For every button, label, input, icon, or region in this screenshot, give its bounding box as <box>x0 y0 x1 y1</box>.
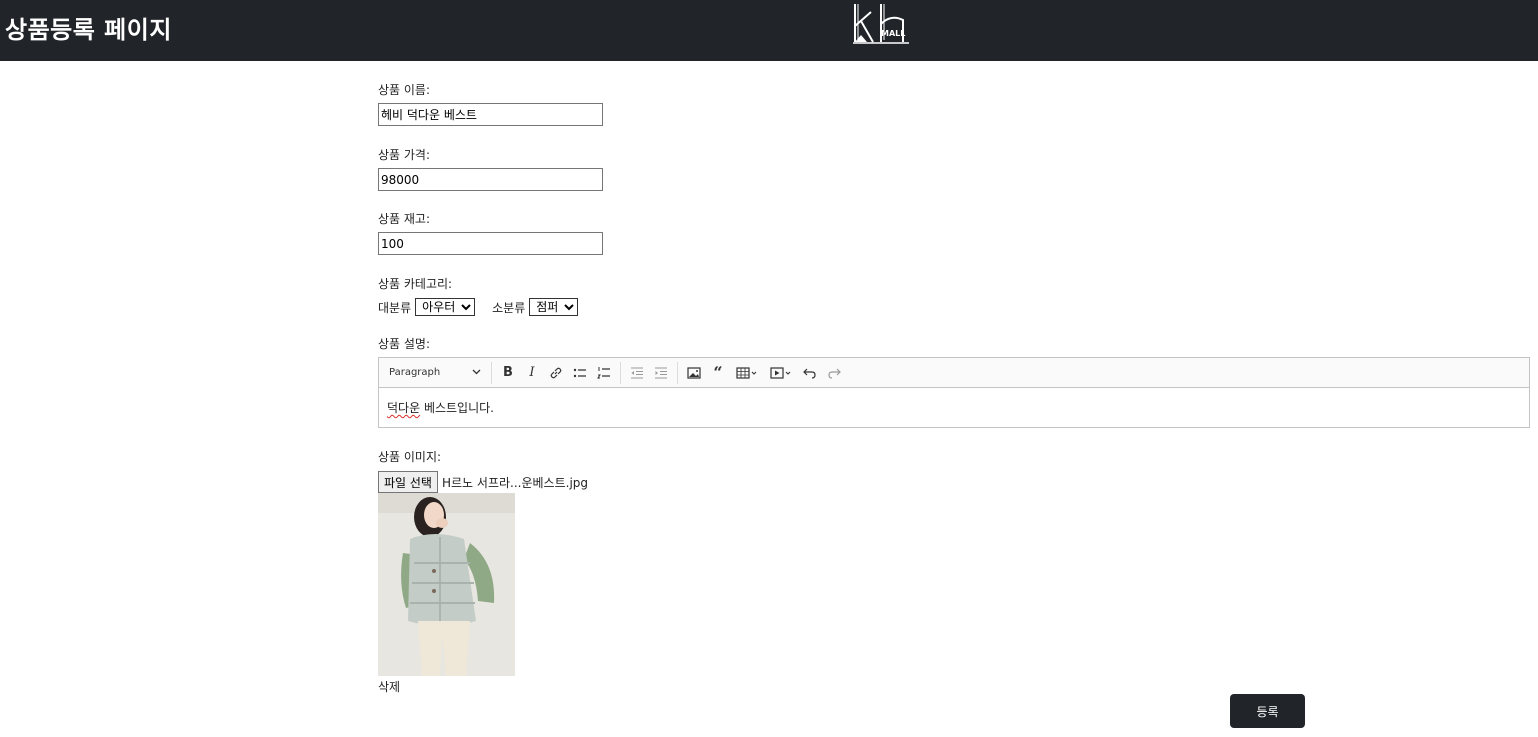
product-image-preview <box>378 493 515 676</box>
product-register-form: 상품 이름: 상품 가격: 상품 재고: 상품 카테고리: 대분류 아우터 소분… <box>378 0 1538 737</box>
rich-text-editor: Paragraph B I “ 덕다운 베스트입니다. <box>378 357 1530 428</box>
category-row: 대분류 아우터 소분류 점퍼 <box>378 297 579 317</box>
product-category-label: 상품 카테고리: <box>378 277 453 291</box>
italic-icon[interactable]: I <box>520 361 544 385</box>
editor-toolbar: Paragraph B I “ <box>379 358 1529 388</box>
redo-icon[interactable] <box>822 361 846 385</box>
product-description-label: 상품 설명: <box>378 337 431 351</box>
image-icon[interactable] <box>682 361 706 385</box>
delete-image-link[interactable]: 삭제 <box>378 678 400 695</box>
product-stock-label: 상품 재고: <box>378 212 431 226</box>
file-select-button[interactable]: 파일 선택 <box>378 471 438 493</box>
editor-text-misspelled: 덕다운 <box>387 401 421 415</box>
toolbar-divider <box>620 361 621 384</box>
minor-category-label: 소분류 <box>492 300 526 315</box>
major-category-select[interactable]: 아우터 <box>415 298 476 316</box>
editor-text: 베스트입니다. <box>420 401 494 415</box>
quote-icon[interactable]: “ <box>706 361 730 385</box>
product-stock-input[interactable] <box>378 232 603 255</box>
table-icon[interactable] <box>730 361 764 385</box>
heading-dropdown-value: Paragraph <box>389 367 441 378</box>
product-price-label: 상품 가격: <box>378 148 431 162</box>
link-icon[interactable] <box>544 361 568 385</box>
product-image-label: 상품 이미지: <box>378 450 442 464</box>
register-button[interactable]: 등록 <box>1230 694 1305 728</box>
major-category-label: 대분류 <box>378 300 412 315</box>
heading-dropdown[interactable]: Paragraph <box>383 361 487 385</box>
undo-icon[interactable] <box>798 361 822 385</box>
numbered-list-icon[interactable] <box>592 361 616 385</box>
product-name-label: 상품 이름: <box>378 83 431 97</box>
media-icon[interactable] <box>764 361 798 385</box>
outdent-icon[interactable] <box>625 361 649 385</box>
page-title: 상품등록 페이지 <box>5 16 172 44</box>
selected-file-name: H르노 서프라...운베스트.jpg <box>441 475 589 490</box>
indent-icon[interactable] <box>649 361 673 385</box>
bulleted-list-icon[interactable] <box>568 361 592 385</box>
file-input-row: 파일 선택 H르노 서프라...운베스트.jpg <box>378 471 588 493</box>
editor-content[interactable]: 덕다운 베스트입니다. <box>379 388 1529 427</box>
toolbar-divider <box>491 361 492 384</box>
product-price-input[interactable] <box>378 168 603 191</box>
bold-icon[interactable]: B <box>496 361 520 385</box>
toolbar-divider <box>677 361 678 384</box>
product-name-input[interactable] <box>378 103 603 126</box>
minor-category-select[interactable]: 점퍼 <box>529 298 579 316</box>
chevron-down-icon <box>472 367 481 378</box>
